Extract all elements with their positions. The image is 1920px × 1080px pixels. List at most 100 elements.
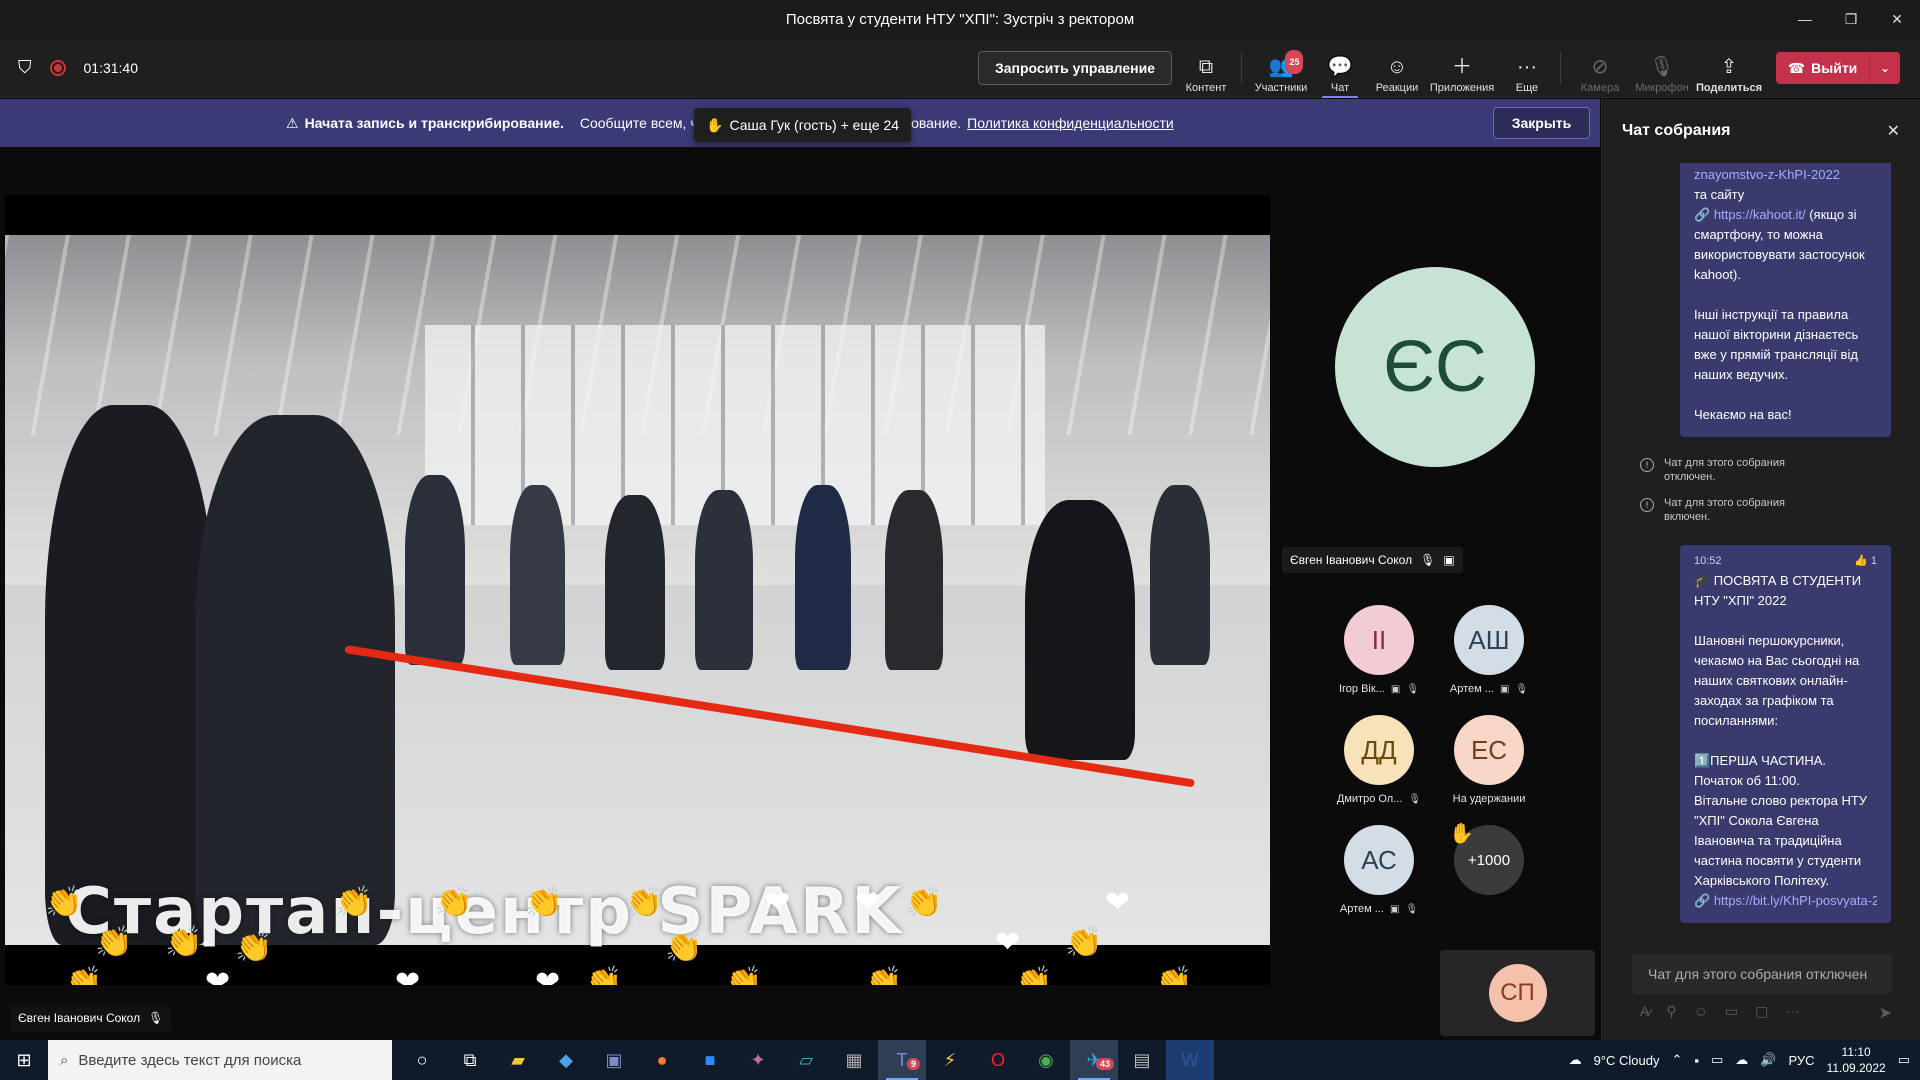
zoom-icon[interactable]: ■ xyxy=(686,1040,734,1080)
file-explorer-icon[interactable]: ▰ xyxy=(494,1040,542,1080)
search-icon: ⌕ xyxy=(60,1051,69,1069)
message-text: Шановні першокурсники, чекаємо на Вас сь… xyxy=(1694,633,1860,728)
message-text: Інші інструкції та правила нашої віктори… xyxy=(1694,307,1859,382)
taskbar-search[interactable]: ⌕ Введите здесь текст для поиска xyxy=(48,1040,392,1080)
camera-button[interactable]: ⊘ Камера xyxy=(1576,44,1624,94)
message-text: Чекаємо на вас! xyxy=(1694,407,1792,422)
telegram-icon[interactable]: ✈ 43 xyxy=(1070,1040,1118,1080)
message-text: Початок об 11:00. xyxy=(1694,773,1800,788)
self-view-tile[interactable]: СП xyxy=(1440,950,1595,1036)
more-icon: ··· xyxy=(1517,56,1537,78)
more-button[interactable]: ··· Еще xyxy=(1505,44,1549,94)
window-title: Посвята у студенти НТУ "ХПІ": Зустріч з … xyxy=(785,10,1135,28)
task-view-icon[interactable]: ⧉ xyxy=(446,1040,494,1080)
message-reaction[interactable]: 👍 1 xyxy=(1854,551,1877,571)
chat-message: 🔗 https://bit.ly/kahoot-znayomstvo-z-KhP… xyxy=(1680,163,1891,437)
featured-avatar[interactable]: ЄС xyxy=(1335,267,1535,467)
mic-off-icon: 🎙 xyxy=(1405,903,1419,915)
teams-icon[interactable]: T9 xyxy=(878,1040,926,1080)
windows-start-icon[interactable]: ⊞ xyxy=(0,1040,48,1080)
share-button[interactable]: ⇪ Поделиться xyxy=(1696,44,1762,94)
warning-icon: ⚠ xyxy=(286,114,299,131)
window-titlebar: Посвята у студенти НТУ "ХПІ": Зустріч з … xyxy=(0,0,1920,38)
clock-time: 11:10 xyxy=(1841,1045,1871,1059)
app-icon[interactable]: ◆ xyxy=(542,1040,590,1080)
participant-tile[interactable]: ДД Дмитро Ол... 🎙 xyxy=(1319,715,1439,805)
reactions-label: Реакции xyxy=(1375,82,1419,94)
participant-tile[interactable]: АС Артем ... ▣ 🎙 xyxy=(1319,825,1439,915)
chrome-icon[interactable]: ◉ xyxy=(1022,1040,1070,1080)
shared-video[interactable]: Стартап-центр SPARK 👏 👏 👏 👏 👏 👏 👏 👏 👏 ❤ … xyxy=(5,195,1270,985)
apps-button[interactable]: ＋ Приложения xyxy=(1428,44,1496,94)
clock[interactable]: 11:10 11.09.2022 xyxy=(1827,1044,1886,1076)
content-label: Контент xyxy=(1185,82,1227,94)
meeting-stage: Стартап-центр SPARK 👏 👏 👏 👏 👏 👏 👏 👏 👏 ❤ … xyxy=(0,147,1600,1040)
onedrive-icon[interactable]: ☁ xyxy=(1735,1052,1748,1068)
word-icon[interactable]: W xyxy=(1166,1040,1214,1080)
sticker-icon[interactable]: ▢ xyxy=(1755,1003,1768,1020)
mic-off-icon: 🎙 xyxy=(1515,683,1529,695)
banner-bold-text: Начата запись и транскрибирование. xyxy=(304,115,564,131)
video-off-icon: ▣ xyxy=(1390,683,1401,695)
format-icon[interactable]: A̷ xyxy=(1640,1003,1649,1020)
video-scene: Стартап-центр SPARK xyxy=(5,235,1270,949)
more-label: Еще xyxy=(1515,82,1539,94)
kahoot-site-link[interactable]: https://kahoot.it/ xyxy=(1714,207,1806,222)
chat-messages[interactable]: 🔗 https://bit.ly/kahoot-znayomstvo-z-KhP… xyxy=(1602,163,1920,923)
more-options-icon[interactable]: ··· xyxy=(1785,1003,1799,1020)
raised-hands-pill[interactable]: ✋ Саша Гук (гость) + еще 24 xyxy=(694,108,912,142)
firefox-icon[interactable]: ● xyxy=(638,1040,686,1080)
close-chat-icon[interactable]: ✕ xyxy=(1887,121,1900,141)
attach-icon[interactable]: ⚲ xyxy=(1666,1003,1676,1020)
mic-off-icon: 🎙 xyxy=(1649,56,1675,78)
chat-active-indicator xyxy=(1322,96,1358,98)
send-icon[interactable]: ➤ xyxy=(1879,1003,1892,1023)
app-icon[interactable]: ▱ xyxy=(782,1040,830,1080)
volume-icon[interactable]: 🔊 xyxy=(1760,1052,1776,1068)
posvyata-link[interactable]: https://bit.ly/KhPI-posvyata-2022 xyxy=(1714,893,1877,908)
weather-text[interactable]: 9°C Cloudy xyxy=(1594,1053,1660,1068)
cortana-icon[interactable]: ○ xyxy=(398,1040,446,1080)
calculator-icon[interactable]: ▦ xyxy=(830,1040,878,1080)
gif-icon[interactable]: ▭ xyxy=(1725,1003,1738,1020)
tray-app-icon[interactable]: ▪ xyxy=(1694,1053,1699,1068)
save-app-icon[interactable]: ▣ xyxy=(590,1040,638,1080)
chevron-down-icon[interactable]: ⌄ xyxy=(1870,61,1900,75)
chat-button[interactable]: 💬 Чат xyxy=(1322,44,1358,98)
chat-input[interactable]: Чат для этого собрания отключен xyxy=(1632,954,1892,994)
overflow-participants-tile[interactable]: +1000 ✋ xyxy=(1429,823,1549,903)
privacy-policy-link[interactable]: Политика конфиденциальности xyxy=(967,115,1174,131)
participant-tile[interactable]: ІІ Ігор Вік... ▣ 🎙 xyxy=(1319,605,1439,695)
banner-close-button[interactable]: Закрыть xyxy=(1493,107,1590,139)
app-icon[interactable]: ✦ xyxy=(734,1040,782,1080)
participant-tile[interactable]: ЕС На удержании xyxy=(1429,715,1549,805)
reactions-icon: ☺ xyxy=(1386,56,1408,78)
content-button[interactable]: ⧉ Контент xyxy=(1183,44,1229,94)
participant-tile[interactable]: АШ Артем ... ▣ 🎙 xyxy=(1429,605,1549,695)
message-time: 10:52 xyxy=(1694,555,1722,567)
request-control-button[interactable]: Запросить управление xyxy=(978,51,1172,85)
meeting-toolbar: ⛉ 01:31:40 Запросить управление ⧉ Контен… xyxy=(0,38,1920,98)
kahoot-link[interactable]: https://bit.ly/kahoot-znayomstvo-z-KhPI-… xyxy=(1694,163,1840,182)
language-indicator[interactable]: РУС xyxy=(1788,1053,1814,1068)
participants-button[interactable]: 👥 25 Участники xyxy=(1252,44,1310,94)
cloud-icon: ☁ xyxy=(1568,1052,1582,1067)
shield-icon: ⛉ xyxy=(18,57,32,77)
minimize-icon[interactable]: — xyxy=(1782,0,1828,38)
opera-icon[interactable]: O xyxy=(974,1040,1022,1080)
chevron-up-icon[interactable]: ⌃ xyxy=(1671,1052,1682,1068)
app-icon[interactable]: ⚡ xyxy=(926,1040,974,1080)
microphone-button[interactable]: 🎙 Микрофон xyxy=(1632,44,1692,94)
reactions-button[interactable]: ☺ Реакции xyxy=(1374,44,1420,94)
close-window-icon[interactable]: ✕ xyxy=(1874,0,1920,38)
leave-button[interactable]: ☎ Выйти ⌄ xyxy=(1776,52,1900,84)
message-text: 1️⃣ПЕРША ЧАСТИНА. xyxy=(1694,753,1827,768)
restore-icon[interactable]: ❐ xyxy=(1828,0,1874,38)
clock-date: 11.09.2022 xyxy=(1826,1061,1886,1075)
participant-name: Артем ... xyxy=(1339,903,1384,915)
notifications-icon[interactable]: ▭ xyxy=(1898,1052,1910,1068)
network-icon[interactable]: ▭ xyxy=(1711,1052,1723,1068)
app-icon[interactable]: ▤ xyxy=(1118,1040,1166,1080)
emoji-icon[interactable]: ☺ xyxy=(1694,1003,1708,1020)
self-avatar: СП xyxy=(1488,964,1547,1022)
